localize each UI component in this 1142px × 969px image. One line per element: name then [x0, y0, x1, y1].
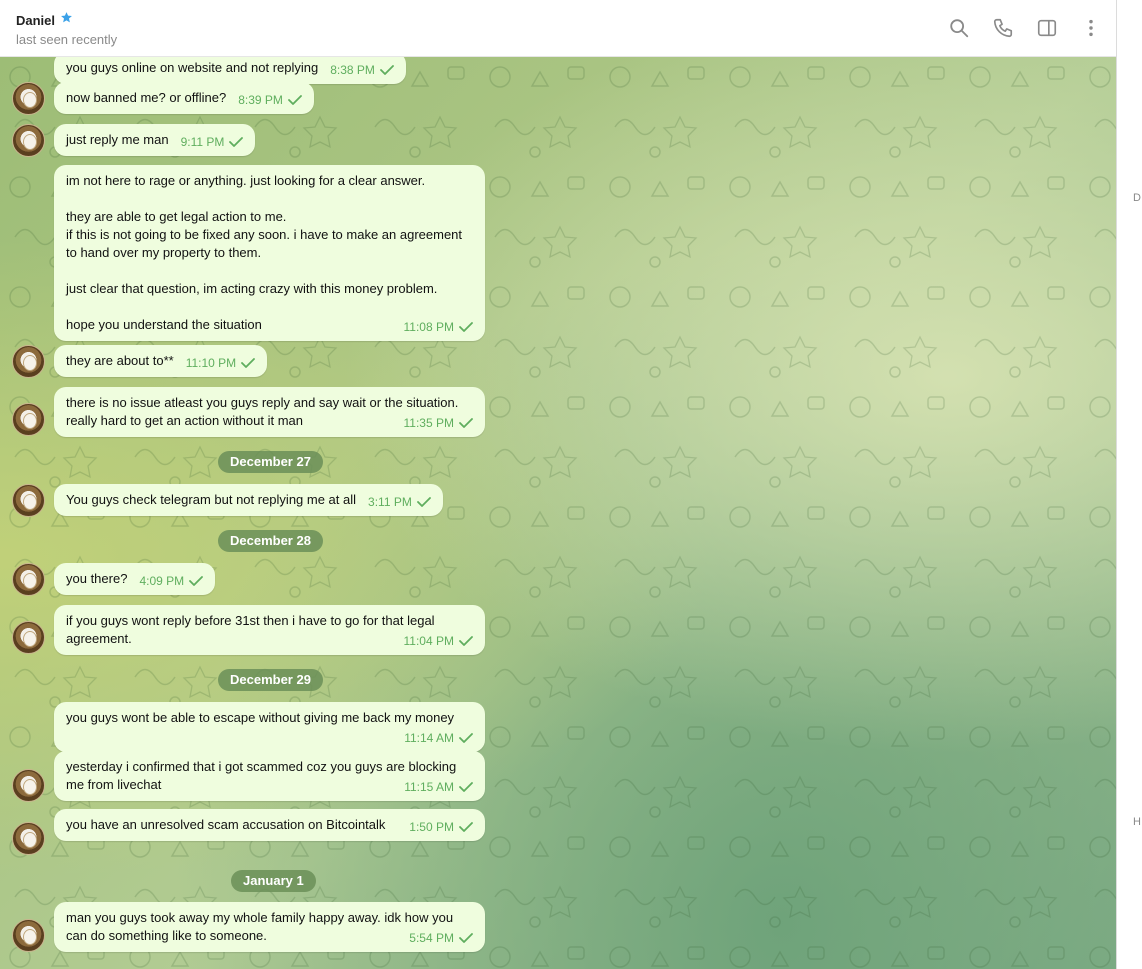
message-meta: 11:04 PM [404, 634, 473, 648]
read-check-icon [459, 733, 473, 743]
message-meta: 8:39 PM [238, 93, 302, 107]
search-icon[interactable] [948, 17, 970, 39]
message-bubble[interactable]: im not here to rage or anything. just lo… [54, 165, 485, 341]
message-meta: 8:38 PM [330, 63, 394, 77]
message-time: 11:14 AM [404, 731, 454, 745]
avatar[interactable] [12, 345, 45, 378]
message-bubble[interactable]: you there? 4:09 PM [54, 563, 216, 595]
message-text: You guys check telegram but not replying… [66, 492, 357, 507]
date-separator: December 28 [218, 530, 323, 552]
message-text: im not here to rage or anything. just lo… [66, 173, 463, 332]
message-text: they are about to** [66, 353, 174, 368]
message-time: 5:54 PM [409, 931, 454, 945]
message-text: now banned me? or offline? [66, 90, 227, 105]
message-meta: 1:50 PM [409, 820, 473, 834]
date-separator: December 29 [218, 669, 323, 691]
read-check-icon [459, 418, 473, 428]
header-actions [948, 17, 1102, 39]
message-time: 8:38 PM [330, 63, 375, 77]
message-time: 11:15 AM [404, 780, 454, 794]
more-vert-icon[interactable] [1080, 17, 1102, 39]
message-bubble[interactable]: you guys wont be able to escape without … [54, 702, 485, 752]
right-panel-fragment: H [1133, 816, 1141, 828]
message-text: you there? [66, 571, 128, 586]
chat-header: Daniel last seen recently [0, 0, 1116, 57]
message-time: 11:35 PM [403, 416, 454, 430]
avatar[interactable] [12, 82, 45, 115]
message-text: you guys wont be able to escape without … [66, 710, 455, 725]
message-text: you guys online on website and not reply… [66, 60, 319, 75]
message-bubble[interactable]: there is no issue atleast you guys reply… [54, 387, 485, 437]
message-meta: 4:09 PM [139, 574, 204, 588]
message-time: 11:10 PM [185, 356, 237, 370]
message-meta: 11:10 PM [185, 356, 256, 370]
message-bubble[interactable]: they are about to** 11:10 PM [54, 345, 268, 377]
message-time: 11:08 PM [403, 320, 454, 334]
message-meta: 5:54 PM [409, 931, 473, 945]
message-text: there is no issue atleast you guys reply… [66, 395, 459, 428]
message-time: 3:11 PM [368, 495, 412, 509]
message-time: 4:09 PM [139, 574, 185, 588]
message-text: you have an unresolved scam accusation o… [66, 817, 386, 832]
read-check-icon [459, 322, 473, 332]
message-bubble[interactable]: just reply me man 9:11 PM [54, 124, 256, 156]
message-list[interactable]: you guys online on website and not reply… [0, 57, 1116, 969]
message-text: yesterday i confirmed that i got scammed… [66, 759, 457, 792]
avatar[interactable] [12, 124, 45, 157]
read-check-icon [288, 95, 302, 105]
message-bubble[interactable]: You guys check telegram but not replying… [54, 484, 443, 516]
phone-icon[interactable] [992, 17, 1014, 39]
message-meta: 11:08 PM [404, 320, 473, 334]
message-bubble[interactable]: man you guys took away my whole family h… [54, 902, 485, 952]
avatar[interactable] [12, 403, 45, 436]
message-bubble[interactable]: you have an unresolved scam accusation o… [54, 809, 485, 841]
message-bubble[interactable]: you guys online on website and not reply… [54, 57, 406, 84]
message-meta: 9:11 PM [181, 135, 244, 149]
message-text: man you guys took away my whole family h… [66, 910, 454, 943]
message-meta: 11:15 AM [404, 780, 473, 794]
avatar[interactable] [12, 621, 45, 654]
read-check-icon [229, 137, 244, 147]
message-time: 9:11 PM [180, 135, 225, 149]
read-check-icon [459, 933, 473, 943]
avatar[interactable] [12, 484, 45, 517]
avatar[interactable] [12, 563, 45, 596]
date-separator: January 1 [231, 870, 316, 892]
contact-name-row[interactable]: Daniel [16, 11, 73, 29]
read-check-icon [416, 497, 431, 507]
message-text: if you guys wont reply before 31st then … [66, 613, 435, 646]
right-panel-fragment: D [1133, 192, 1141, 204]
message-meta: 11:14 AM [404, 731, 473, 745]
avatar[interactable] [12, 769, 45, 802]
message-bubble[interactable]: yesterday i confirmed that i got scammed… [54, 751, 485, 801]
message-time: 1:50 PM [409, 820, 454, 834]
message-time: 8:39 PM [238, 93, 283, 107]
message-text: just reply me man [66, 132, 169, 147]
avatar[interactable] [12, 822, 45, 855]
right-panel-edge: D H [1116, 0, 1142, 969]
message-time: 11:04 PM [403, 634, 454, 648]
read-check-icon [459, 822, 473, 832]
star-icon [60, 11, 73, 29]
read-check-icon [241, 358, 256, 368]
read-check-icon [459, 636, 473, 646]
telegram-window: Daniel last seen recently you guys onlin… [0, 0, 1142, 969]
message-bubble[interactable]: if you guys wont reply before 31st then … [54, 605, 485, 655]
contact-name[interactable]: Daniel [16, 13, 55, 28]
read-check-icon [459, 782, 473, 792]
sidebar-toggle-icon[interactable] [1036, 17, 1058, 39]
read-check-icon [380, 65, 394, 75]
read-check-icon [189, 576, 204, 586]
message-meta: 11:35 PM [404, 416, 473, 430]
date-separator: December 27 [218, 451, 323, 473]
avatar[interactable] [12, 919, 45, 952]
message-bubble[interactable]: now banned me? or offline? 8:39 PM [54, 82, 314, 114]
last-seen-status: last seen recently [16, 32, 118, 47]
message-meta: 3:11 PM [368, 495, 431, 509]
